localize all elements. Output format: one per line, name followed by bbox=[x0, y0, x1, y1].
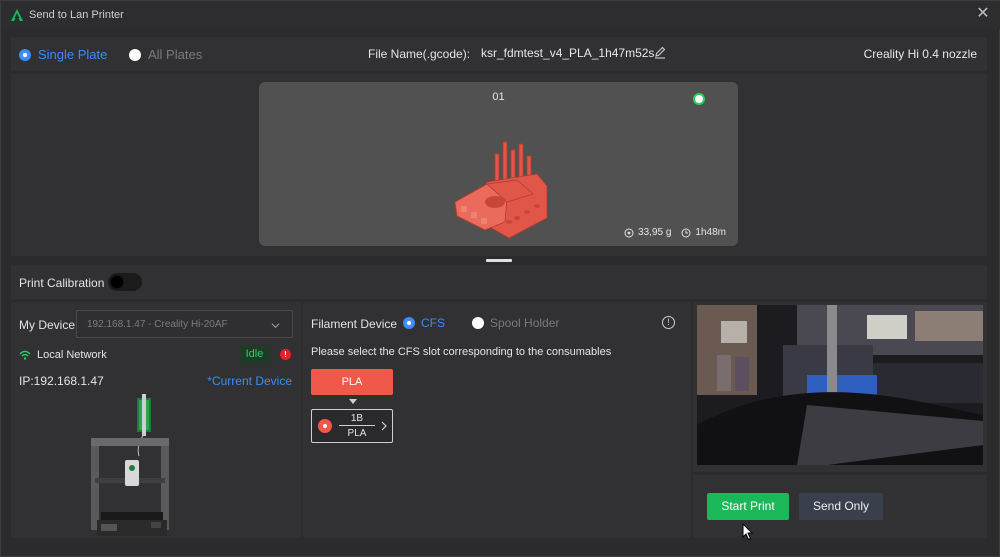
slot-id: 1B bbox=[339, 413, 375, 426]
slot-material: PLA bbox=[347, 428, 367, 439]
current-device-label: *Current Device bbox=[207, 374, 292, 388]
printer-preset-name: Creality Hi 0.4 nozzle bbox=[863, 47, 977, 61]
toggle-knob bbox=[110, 275, 124, 289]
print-calibration-toggle[interactable] bbox=[108, 273, 142, 291]
plate-selected-indicator bbox=[693, 93, 705, 105]
device-ip: IP:192.168.1.47 bbox=[19, 374, 104, 388]
all-plates-label: All Plates bbox=[148, 47, 203, 62]
plate-stats: 33,95 g 1h48m bbox=[624, 227, 726, 238]
wifi-icon bbox=[19, 350, 31, 360]
info-icon[interactable]: ! bbox=[662, 316, 675, 329]
actions-panel: Start Print Send Only bbox=[693, 475, 987, 538]
cfs-hint-text: Please select the CFS slot corresponding… bbox=[311, 346, 612, 358]
window-title: Send to Lan Printer bbox=[29, 9, 124, 21]
panel-splitter-handle[interactable] bbox=[486, 259, 512, 262]
network-label: Local Network bbox=[37, 349, 107, 361]
plate-thumbnail[interactable]: 01 33,95 g 1h48m bbox=[259, 82, 738, 246]
cfs-radio[interactable]: CFS bbox=[403, 316, 445, 330]
print-time: 1h48m bbox=[695, 227, 726, 238]
print-time-stat: 1h48m bbox=[681, 227, 726, 238]
radio-unchecked-icon bbox=[472, 317, 484, 329]
clock-icon bbox=[681, 228, 691, 237]
spool-holder-label: Spool Holder bbox=[490, 316, 560, 330]
model-preview-image bbox=[454, 141, 548, 239]
device-select-value: 192.168.1.47 - Creality Hi-20AF bbox=[87, 319, 228, 330]
plate-preview-area: 01 33,95 g 1h48m bbox=[11, 74, 987, 256]
send-to-lan-printer-dialog: Send to Lan Printer ✕ Single Plate All P… bbox=[0, 0, 1000, 557]
radio-unchecked-icon bbox=[129, 48, 141, 61]
material-chip: PLA bbox=[311, 369, 393, 395]
filament-color-icon bbox=[318, 419, 332, 433]
single-plate-label: Single Plate bbox=[38, 47, 108, 62]
cfs-label: CFS bbox=[421, 316, 445, 330]
print-calibration-label: Print Calibration bbox=[19, 276, 105, 290]
radio-checked-icon bbox=[19, 48, 31, 61]
file-name-label: File Name(.gcode): bbox=[368, 47, 471, 61]
calibration-bar: Print Calibration bbox=[11, 265, 987, 299]
chevron-right-icon bbox=[381, 421, 387, 431]
printer-image bbox=[91, 394, 169, 536]
my-device-label: My Device bbox=[19, 318, 76, 332]
start-print-button[interactable]: Start Print bbox=[707, 493, 789, 520]
title-bar: Send to Lan Printer ✕ bbox=[1, 1, 1000, 29]
mouse-cursor-icon bbox=[742, 523, 754, 541]
filament-spool-icon bbox=[624, 228, 634, 237]
all-plates-radio[interactable]: All Plates bbox=[129, 47, 202, 62]
file-name-value: ksr_fdmtest_v4_PLA_1h47m52s bbox=[481, 46, 655, 60]
camera-feed-image bbox=[697, 305, 983, 465]
cfs-slot-selector[interactable]: 1B PLA bbox=[311, 409, 393, 443]
warning-icon[interactable]: ! bbox=[280, 349, 291, 360]
device-select[interactable]: 192.168.1.47 - Creality Hi-20AF bbox=[76, 310, 293, 338]
pencil-edit-icon[interactable] bbox=[653, 45, 667, 59]
filament-weight-stat: 33,95 g bbox=[624, 227, 671, 238]
camera-panel bbox=[693, 302, 987, 472]
radio-checked-icon bbox=[403, 317, 415, 329]
app-logo-icon bbox=[11, 9, 23, 21]
single-plate-radio[interactable]: Single Plate bbox=[19, 47, 107, 62]
close-icon[interactable]: ✕ bbox=[975, 6, 991, 22]
spool-holder-radio[interactable]: Spool Holder bbox=[472, 316, 559, 330]
network-status: Local Network bbox=[19, 349, 107, 361]
filament-panel: Filament Device CFS Spool Holder ! Pleas… bbox=[303, 302, 691, 538]
send-only-button[interactable]: Send Only bbox=[799, 493, 883, 520]
plate-selection-bar: Single Plate All Plates File Name(.gcode… bbox=[11, 37, 987, 71]
filament-device-label: Filament Device bbox=[311, 317, 398, 331]
chevron-down-icon bbox=[271, 323, 280, 329]
filament-weight: 33,95 g bbox=[638, 227, 672, 238]
status-badge: Idle bbox=[239, 345, 270, 364]
device-panel: My Device 192.168.1.47 - Creality Hi-20A… bbox=[11, 302, 301, 538]
plate-number: 01 bbox=[492, 91, 505, 103]
arrow-down-icon bbox=[349, 399, 357, 404]
